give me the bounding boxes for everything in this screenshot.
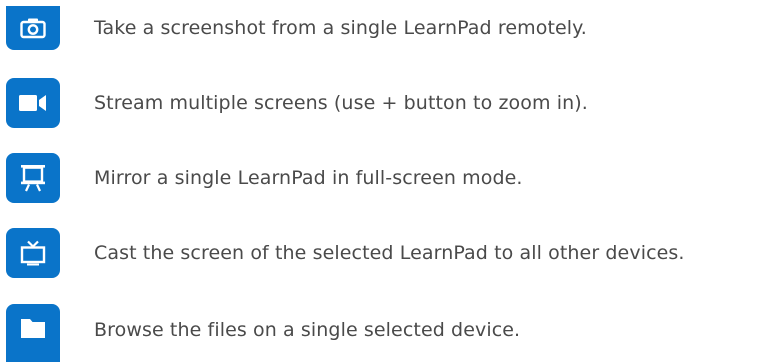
stream-button[interactable] bbox=[6, 78, 60, 128]
feature-row-stream: Stream multiple screens (use + button to… bbox=[6, 78, 761, 128]
video-camera-icon bbox=[19, 95, 46, 111]
feature-label-mirror: Mirror a single LearnPad in full-screen … bbox=[94, 167, 523, 189]
tv-cast-icon bbox=[20, 240, 46, 266]
mirror-button[interactable] bbox=[6, 153, 60, 203]
feature-label-screenshot: Take a screenshot from a single LearnPad… bbox=[94, 17, 587, 39]
feature-row-mirror: Mirror a single LearnPad in full-screen … bbox=[6, 153, 761, 203]
presentation-screen-icon bbox=[21, 165, 45, 192]
feature-label-stream: Stream multiple screens (use + button to… bbox=[94, 92, 588, 114]
browse-files-button[interactable] bbox=[6, 304, 60, 362]
feature-row-browse: Browse the files on a single selected de… bbox=[6, 304, 761, 362]
cast-button[interactable] bbox=[6, 228, 60, 278]
feature-label-cast: Cast the screen of the selected LearnPad… bbox=[94, 242, 685, 264]
feature-label-browse: Browse the files on a single selected de… bbox=[94, 319, 521, 341]
camera-icon bbox=[20, 18, 46, 39]
feature-row-cast: Cast the screen of the selected LearnPad… bbox=[6, 228, 761, 278]
folder-icon bbox=[21, 319, 45, 338]
screenshot-button[interactable] bbox=[6, 6, 60, 50]
feature-row-screenshot: Take a screenshot from a single LearnPad… bbox=[6, 6, 761, 50]
